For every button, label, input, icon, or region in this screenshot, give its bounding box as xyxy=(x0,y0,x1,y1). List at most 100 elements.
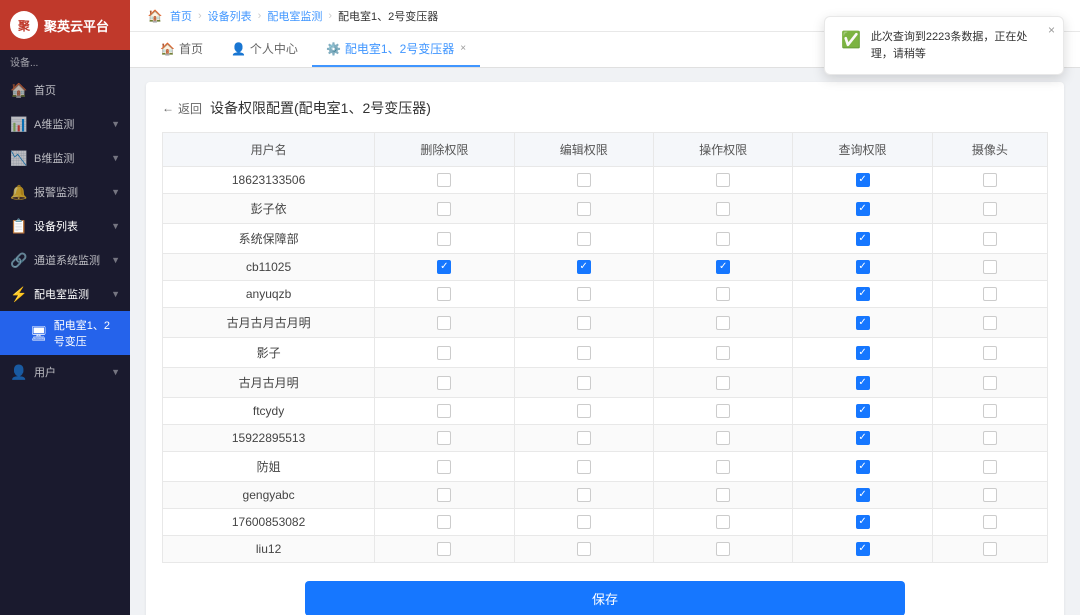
save-button[interactable]: 保存 xyxy=(305,581,905,615)
checkbox-camera-3[interactable] xyxy=(983,260,997,274)
checkbox-camera-4[interactable] xyxy=(983,287,997,301)
checkbox-operate-1[interactable] xyxy=(716,202,730,216)
checkbox-camera-7[interactable] xyxy=(983,376,997,390)
checkbox-camera-1[interactable] xyxy=(983,202,997,216)
checkbox-edit-5[interactable] xyxy=(577,316,591,330)
nav-item-alarm[interactable]: 🔔 报警监测 ▼ xyxy=(0,175,130,209)
checkbox-delete-6[interactable] xyxy=(437,346,451,360)
checkbox-operate-9[interactable] xyxy=(716,431,730,445)
checkbox-operate-12[interactable] xyxy=(716,515,730,529)
checkbox-operate-6[interactable] xyxy=(716,346,730,360)
nav-item-a-monitor[interactable]: 📊 A维监测 ▼ xyxy=(0,107,130,141)
back-button[interactable]: ← 返回 xyxy=(162,100,202,117)
checkbox-edit-11[interactable] xyxy=(577,488,591,502)
checkbox-query-0[interactable] xyxy=(856,173,870,187)
checkbox-query-12[interactable] xyxy=(856,515,870,529)
tab-home[interactable]: 🏠 首页 xyxy=(146,32,217,67)
checkbox-operate-13[interactable] xyxy=(716,542,730,556)
checkbox-operate-2[interactable] xyxy=(716,232,730,246)
checkbox-query-2[interactable] xyxy=(856,232,870,246)
checkbox-delete-7[interactable] xyxy=(437,376,451,390)
checkbox-edit-1[interactable] xyxy=(577,202,591,216)
checkbox-edit-6[interactable] xyxy=(577,346,591,360)
checkbox-operate-0[interactable] xyxy=(716,173,730,187)
nav-item-b-monitor[interactable]: 📉 B维监测 ▼ xyxy=(0,141,130,175)
checkbox-camera-12[interactable] xyxy=(983,515,997,529)
checkbox-camera-10[interactable] xyxy=(983,460,997,474)
nav-device-header[interactable]: 📋 设备列表 ▼ xyxy=(0,209,130,243)
sidebar-item-elec-sub[interactable]: 🖥 配电室1、2号变压 xyxy=(0,311,130,355)
nav-item-device-list[interactable]: 📋 设备列表 ▼ xyxy=(0,209,130,243)
checkbox-operate-10[interactable] xyxy=(716,460,730,474)
checkbox-delete-13[interactable] xyxy=(437,542,451,556)
checkbox-query-1[interactable] xyxy=(856,202,870,216)
tab-device-close-icon[interactable]: × xyxy=(460,43,466,54)
checkbox-operate-7[interactable] xyxy=(716,376,730,390)
table-row: 15922895513 xyxy=(163,425,1048,452)
nav-item-comm-sys[interactable]: 🔗 通道系统监测 ▼ xyxy=(0,243,130,277)
checkbox-edit-0[interactable] xyxy=(577,173,591,187)
checkbox-query-8[interactable] xyxy=(856,404,870,418)
checkbox-camera-11[interactable] xyxy=(983,488,997,502)
tab-personal[interactable]: 👤 个人中心 xyxy=(217,32,312,67)
nav-b-monitor-header[interactable]: 📉 B维监测 ▼ xyxy=(0,141,130,175)
tab-device[interactable]: ⚙️ 配电室1、2号变压器 × xyxy=(312,32,480,67)
checkbox-delete-11[interactable] xyxy=(437,488,451,502)
checkbox-delete-10[interactable] xyxy=(437,460,451,474)
checkbox-delete-1[interactable] xyxy=(437,202,451,216)
checkbox-query-11[interactable] xyxy=(856,488,870,502)
checkbox-delete-8[interactable] xyxy=(437,404,451,418)
breadcrumb-elec-monitor[interactable]: 配电室监测 xyxy=(267,8,322,24)
checkbox-delete-2[interactable] xyxy=(437,232,451,246)
checkbox-operate-5[interactable] xyxy=(716,316,730,330)
checkbox-query-13[interactable] xyxy=(856,542,870,556)
checkbox-delete-5[interactable] xyxy=(437,316,451,330)
breadcrumb-home[interactable]: 首页 xyxy=(170,8,192,24)
cell-username: 18623133506 xyxy=(163,167,375,194)
checkbox-query-6[interactable] xyxy=(856,346,870,360)
checkbox-edit-3[interactable] xyxy=(577,260,591,274)
nav-item-home[interactable]: 🏠 首页 xyxy=(0,73,130,107)
checkbox-edit-12[interactable] xyxy=(577,515,591,529)
nav-comm-header[interactable]: 🔗 通道系统监测 ▼ xyxy=(0,243,130,277)
checkbox-edit-10[interactable] xyxy=(577,460,591,474)
nav-a-monitor-header[interactable]: 📊 A维监测 ▼ xyxy=(0,107,130,141)
checkbox-operate-3[interactable] xyxy=(716,260,730,274)
checkbox-edit-13[interactable] xyxy=(577,542,591,556)
checkbox-camera-9[interactable] xyxy=(983,431,997,445)
checkbox-delete-4[interactable] xyxy=(437,287,451,301)
checkbox-edit-4[interactable] xyxy=(577,287,591,301)
checkbox-camera-5[interactable] xyxy=(983,316,997,330)
checkbox-query-4[interactable] xyxy=(856,287,870,301)
checkbox-edit-7[interactable] xyxy=(577,376,591,390)
checkbox-camera-0[interactable] xyxy=(983,173,997,187)
back-row: ← 返回 设备权限配置(配电室1、2号变压器) xyxy=(162,98,1048,118)
checkbox-query-10[interactable] xyxy=(856,460,870,474)
checkbox-edit-2[interactable] xyxy=(577,232,591,246)
checkbox-camera-2[interactable] xyxy=(983,232,997,246)
checkbox-delete-3[interactable] xyxy=(437,260,451,274)
nav-item-user[interactable]: 👤 用户 ▼ xyxy=(0,355,130,389)
nav-alarm-header[interactable]: 🔔 报警监测 ▼ xyxy=(0,175,130,209)
checkbox-edit-9[interactable] xyxy=(577,431,591,445)
checkbox-camera-13[interactable] xyxy=(983,542,997,556)
nav-elec-header[interactable]: ⚡ 配电室监测 ▼ xyxy=(0,277,130,311)
checkbox-query-7[interactable] xyxy=(856,376,870,390)
toast-close-icon[interactable]: × xyxy=(1048,23,1055,37)
nav-user-header[interactable]: 👤 用户 ▼ xyxy=(0,355,130,389)
nav-item-elec-room[interactable]: ⚡ 配电室监测 ▼ 🖥 配电室1、2号变压 xyxy=(0,277,130,355)
checkbox-delete-9[interactable] xyxy=(437,431,451,445)
breadcrumb-device-list[interactable]: 设备列表 xyxy=(208,8,252,24)
checkbox-operate-8[interactable] xyxy=(716,404,730,418)
checkbox-camera-6[interactable] xyxy=(983,346,997,360)
nav-home-header[interactable]: 🏠 首页 xyxy=(0,73,130,107)
checkbox-delete-0[interactable] xyxy=(437,173,451,187)
checkbox-operate-4[interactable] xyxy=(716,287,730,301)
checkbox-camera-8[interactable] xyxy=(983,404,997,418)
checkbox-query-3[interactable] xyxy=(856,260,870,274)
checkbox-query-9[interactable] xyxy=(856,431,870,445)
checkbox-operate-11[interactable] xyxy=(716,488,730,502)
checkbox-query-5[interactable] xyxy=(856,316,870,330)
checkbox-delete-12[interactable] xyxy=(437,515,451,529)
checkbox-edit-8[interactable] xyxy=(577,404,591,418)
